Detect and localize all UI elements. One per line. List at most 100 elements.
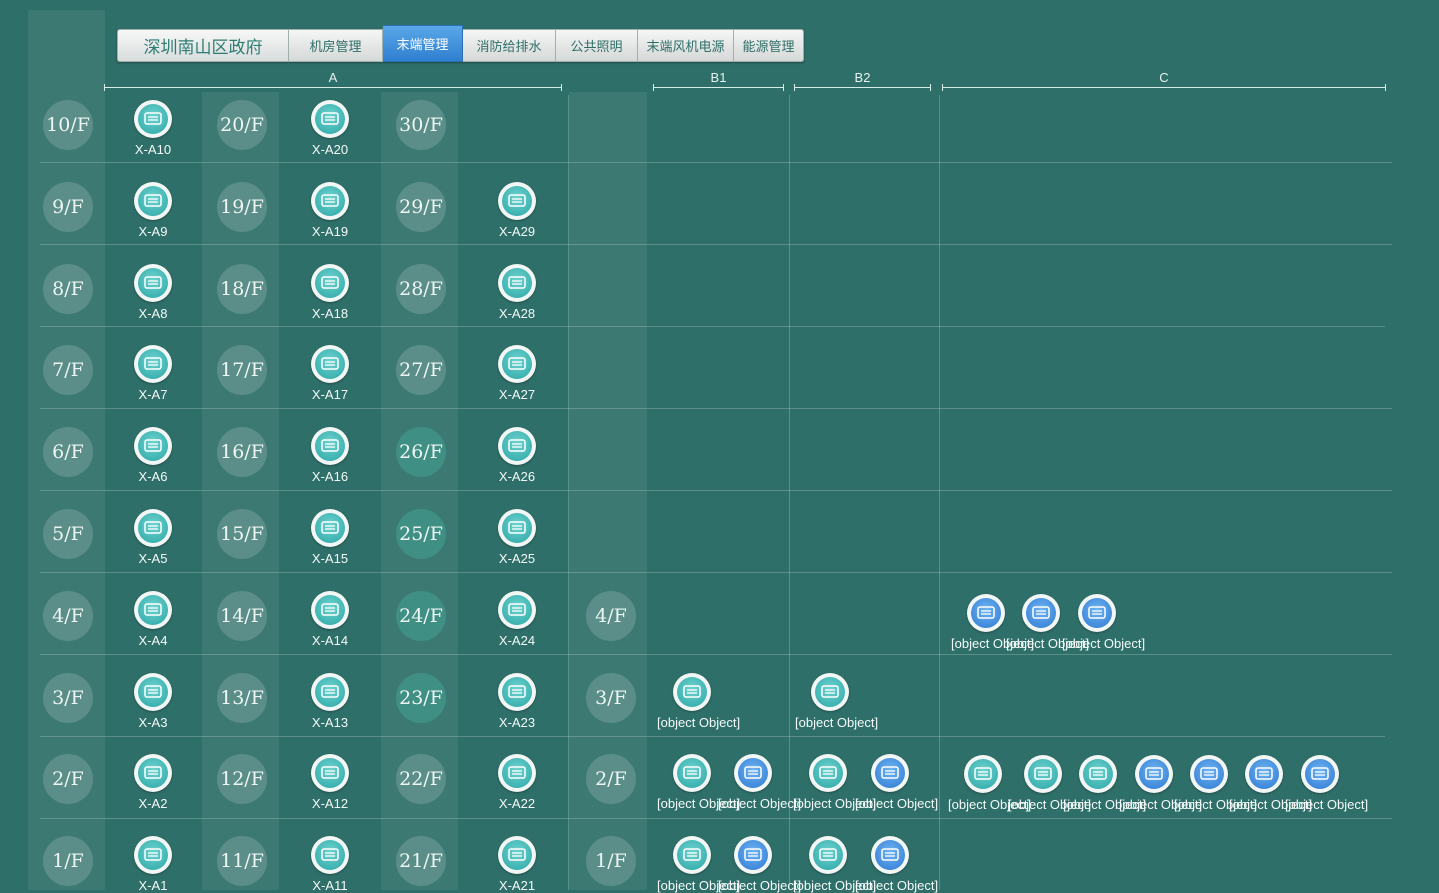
terminal-unit[interactable]: [object Object] bbox=[855, 836, 938, 893]
building-b2-bracket: B2 bbox=[794, 70, 931, 92]
terminal-unit[interactable]: X-A9 bbox=[118, 181, 188, 239]
terminal-unit-label: X-A12 bbox=[311, 796, 349, 812]
terminal-unit[interactable]: X-A28 bbox=[482, 263, 552, 321]
terminal-unit[interactable]: X-A16 bbox=[295, 427, 365, 484]
terminal-unit[interactable]: X-A10 bbox=[118, 100, 188, 157]
terminal-unit[interactable]: [object Object] bbox=[718, 754, 801, 811]
terminal-unit-label: X-A6 bbox=[138, 469, 168, 485]
floor-label: 29/F bbox=[396, 181, 446, 232]
terminal-unit[interactable]: X-A19 bbox=[295, 181, 365, 239]
terminal-unit[interactable]: X-A12 bbox=[295, 754, 365, 811]
terminal-unit[interactable]: X-A7 bbox=[118, 345, 188, 402]
terminal-unit[interactable]: [object Object] bbox=[1285, 755, 1368, 812]
tab-machine-room[interactable]: 机房管理 bbox=[289, 29, 383, 62]
floor-label: 5/F bbox=[43, 509, 93, 559]
floor-label: 8/F bbox=[43, 263, 93, 314]
terminal-unit[interactable]: X-A25 bbox=[482, 509, 552, 566]
air-conditioner-icon bbox=[311, 836, 349, 875]
air-conditioner-icon bbox=[134, 836, 172, 875]
tab-fire-water[interactable]: 消防给排水 bbox=[463, 29, 556, 62]
air-conditioner-icon bbox=[311, 754, 349, 793]
terminal-unit[interactable]: X-A15 bbox=[295, 509, 365, 566]
terminal-unit[interactable]: [object Object] bbox=[855, 754, 938, 811]
terminal-unit[interactable]: X-A2 bbox=[118, 754, 188, 811]
air-conditioner-icon bbox=[1079, 755, 1117, 794]
air-conditioner-icon bbox=[311, 672, 349, 711]
terminal-unit[interactable]: [object Object] bbox=[793, 754, 876, 811]
air-conditioner-icon bbox=[498, 427, 536, 466]
terminal-unit-label: X-A10 bbox=[134, 142, 172, 157]
tab-energy[interactable]: 能源管理 bbox=[734, 29, 804, 62]
air-conditioner-icon bbox=[1245, 755, 1283, 794]
building-label: B1 bbox=[710, 70, 727, 85]
terminal-unit[interactable]: X-A21 bbox=[482, 836, 552, 893]
terminal-unit-label: X-A26 bbox=[498, 469, 536, 485]
air-conditioner-icon bbox=[134, 100, 172, 138]
air-conditioner-icon bbox=[1024, 755, 1062, 794]
terminal-unit[interactable]: [object Object] bbox=[657, 754, 740, 811]
terminal-unit[interactable]: X-A1 bbox=[118, 836, 188, 893]
floor-label: 4/F bbox=[43, 590, 93, 641]
terminal-unit-label: [object Object] bbox=[795, 714, 879, 730]
terminal-unit[interactable]: [object Object] bbox=[718, 836, 801, 893]
tab-fan-power[interactable]: 末端风机电源 bbox=[638, 29, 734, 62]
terminal-unit-label: X-A25 bbox=[498, 551, 536, 566]
floor-label: 28/F bbox=[396, 263, 446, 314]
floor-label: 14/F bbox=[217, 590, 267, 641]
terminal-unit[interactable]: X-A3 bbox=[118, 672, 188, 730]
tab-terminal[interactable]: 末端管理 bbox=[383, 25, 463, 62]
air-conditioner-icon bbox=[871, 754, 909, 793]
air-conditioner-icon bbox=[311, 345, 349, 384]
terminal-unit[interactable]: X-A13 bbox=[295, 672, 365, 730]
terminal-unit[interactable]: X-A24 bbox=[482, 590, 552, 648]
terminal-unit-label: X-A20 bbox=[311, 142, 349, 157]
air-conditioner-icon bbox=[311, 181, 349, 220]
building-divider bbox=[789, 95, 790, 890]
terminal-unit[interactable]: X-A18 bbox=[295, 263, 365, 321]
terminal-unit[interactable]: X-A22 bbox=[482, 754, 552, 811]
air-conditioner-icon bbox=[498, 345, 536, 384]
terminal-unit-label: X-A23 bbox=[498, 714, 536, 730]
row-divider bbox=[40, 162, 1392, 163]
building-divider bbox=[568, 95, 569, 890]
terminal-unit-label: X-A22 bbox=[498, 796, 536, 812]
terminal-unit[interactable]: [object Object] bbox=[793, 836, 876, 893]
building-label: A bbox=[328, 70, 338, 85]
terminal-unit[interactable]: X-A17 bbox=[295, 345, 365, 402]
terminal-unit[interactable]: [object Object] bbox=[657, 836, 740, 893]
terminal-unit[interactable]: X-A5 bbox=[118, 509, 188, 566]
floor-label: 19/F bbox=[217, 181, 267, 232]
terminal-unit[interactable]: X-A11 bbox=[295, 836, 365, 893]
terminal-unit-label: X-A24 bbox=[498, 632, 536, 648]
terminal-unit[interactable]: X-A27 bbox=[482, 345, 552, 402]
terminal-unit[interactable]: X-A29 bbox=[482, 181, 552, 239]
terminal-unit[interactable]: X-A8 bbox=[118, 263, 188, 321]
floor-label: 26/F bbox=[396, 427, 446, 478]
air-conditioner-icon bbox=[498, 181, 536, 220]
air-conditioner-icon bbox=[967, 593, 1005, 632]
tab-public-lighting[interactable]: 公共照明 bbox=[556, 29, 638, 62]
terminal-unit-label: X-A18 bbox=[311, 305, 349, 321]
building-c-bracket: C bbox=[942, 70, 1386, 92]
terminal-unit[interactable]: X-A26 bbox=[482, 427, 552, 484]
terminal-unit[interactable]: [object Object] bbox=[795, 672, 879, 730]
brand-title: 深圳南山区政府 bbox=[117, 29, 289, 62]
air-conditioner-icon bbox=[809, 836, 847, 875]
terminal-unit[interactable]: X-A14 bbox=[295, 590, 365, 648]
air-conditioner-icon bbox=[134, 672, 172, 711]
terminal-unit[interactable]: [object Object] bbox=[1062, 593, 1145, 651]
terminal-unit[interactable]: X-A6 bbox=[118, 427, 188, 484]
terminal-unit[interactable]: [object Object] bbox=[657, 672, 740, 730]
row-divider bbox=[40, 408, 1392, 409]
terminal-unit[interactable]: X-A23 bbox=[482, 672, 552, 730]
floor-label: 3/F bbox=[43, 672, 93, 723]
floor-label: 10/F bbox=[43, 100, 93, 150]
terminal-unit[interactable]: X-A4 bbox=[118, 590, 188, 648]
air-conditioner-icon bbox=[311, 263, 349, 302]
air-conditioner-icon bbox=[498, 509, 536, 547]
air-conditioner-icon bbox=[964, 755, 1002, 794]
air-conditioner-icon bbox=[498, 263, 536, 302]
building-b1-bracket: B1 bbox=[653, 70, 784, 92]
floor-label: 16/F bbox=[217, 427, 267, 478]
terminal-unit[interactable]: X-A20 bbox=[295, 100, 365, 157]
